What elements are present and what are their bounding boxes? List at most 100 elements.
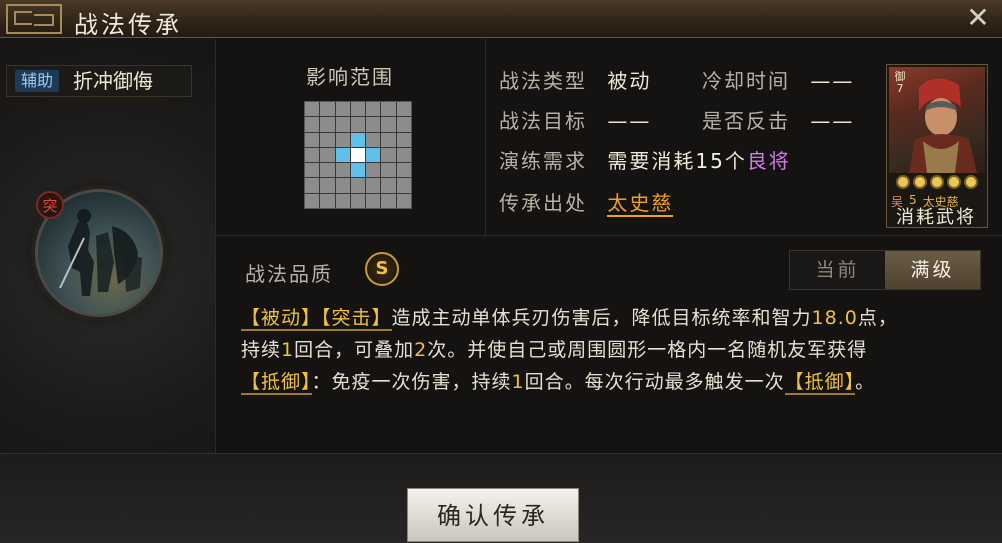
range-cell bbox=[366, 102, 381, 117]
range-cell bbox=[366, 178, 381, 193]
type-value: 被动 bbox=[607, 69, 652, 93]
range-cell bbox=[350, 193, 366, 208]
quality-row: 战法品质 S bbox=[245, 252, 399, 287]
skill-name-tag: 辅助 折冲御侮 bbox=[6, 65, 192, 97]
range-cell bbox=[396, 193, 411, 208]
range-cell bbox=[335, 117, 350, 132]
info-row-requirement: 演练需求 需要消耗15个良将 bbox=[499, 145, 791, 174]
counter-value: —— bbox=[810, 109, 855, 133]
star-icon bbox=[930, 175, 944, 189]
description-line: 【被动】【突击】造成主动单体兵刃伤害后，降低目标统率和智力18.0点， bbox=[241, 302, 981, 334]
numeric-value: 18.0 bbox=[811, 307, 858, 329]
range-cell-active bbox=[335, 147, 350, 163]
general-troop-badge: 御7 bbox=[894, 70, 906, 95]
range-cell bbox=[366, 163, 381, 178]
cooldown-label: 冷却时间 bbox=[702, 69, 790, 93]
keyword-tag: 【被动】 bbox=[241, 307, 322, 331]
range-cell bbox=[381, 117, 396, 132]
range-cell bbox=[335, 193, 350, 208]
range-cell bbox=[320, 178, 335, 193]
general-caption: 消耗武将 bbox=[896, 207, 976, 228]
keyword-tag: 【抵御】 bbox=[241, 371, 312, 395]
req-label: 演练需求 bbox=[499, 149, 587, 173]
range-cell bbox=[366, 132, 381, 147]
description-text: 回合。每次行动最多触发一次 bbox=[524, 371, 785, 393]
skill-type-badge: 辅助 bbox=[15, 70, 60, 92]
divider bbox=[216, 235, 1002, 236]
range-cell bbox=[381, 193, 396, 208]
range-cell-center bbox=[350, 147, 366, 163]
confirm-inherit-button[interactable]: 确认传承 bbox=[407, 488, 579, 542]
range-cell bbox=[366, 193, 381, 208]
skill-description: 【被动】【突击】造成主动单体兵刃伤害后，降低目标统率和智力18.0点， 持续1回… bbox=[241, 302, 981, 398]
range-cell bbox=[320, 193, 335, 208]
range-cell bbox=[305, 193, 320, 208]
general-portrait: 御7 bbox=[889, 67, 985, 173]
range-cell bbox=[335, 178, 350, 193]
info-row-cooldown: 冷却时间 —— bbox=[702, 65, 854, 94]
title-ornament-icon bbox=[6, 4, 62, 34]
description-text: ：免疫一次伤害，持续 bbox=[311, 371, 512, 393]
type-label: 战法类型 bbox=[499, 69, 587, 93]
numeric-value: 1 bbox=[511, 371, 525, 393]
target-value: —— bbox=[607, 109, 652, 133]
level-tab-group: 当前 满级 bbox=[789, 250, 981, 290]
range-cell-active bbox=[366, 147, 381, 163]
range-cell bbox=[335, 163, 350, 178]
range-cell bbox=[305, 132, 320, 147]
range-cell bbox=[396, 117, 411, 132]
assault-tag-icon: 突 bbox=[36, 191, 64, 219]
counter-label: 是否反击 bbox=[702, 109, 790, 133]
star-icon bbox=[947, 175, 961, 189]
range-cell bbox=[305, 178, 320, 193]
skill-panel: 辅助 折冲御侮 突 bbox=[0, 39, 216, 453]
description-text: 点， bbox=[857, 307, 898, 329]
numeric-value: 2 bbox=[414, 339, 428, 361]
general-stars bbox=[891, 175, 983, 189]
description-text: 。 bbox=[855, 371, 876, 393]
dialog-title: 战法传承 bbox=[74, 11, 182, 39]
range-cell bbox=[396, 147, 411, 163]
skill-name: 折冲御侮 bbox=[73, 69, 153, 93]
tab-current[interactable]: 当前 bbox=[790, 251, 885, 289]
range-title: 影响范围 bbox=[306, 65, 394, 89]
description-line: 持续1回合，可叠加2次。并使自己或周围圆形一格内一名随机友军获得 bbox=[241, 334, 981, 366]
range-cell bbox=[396, 102, 411, 117]
keyword-tag: 【抵御】 bbox=[784, 371, 856, 395]
source-general-link[interactable]: 太史慈 bbox=[607, 191, 674, 217]
tab-max-level[interactable]: 满级 bbox=[885, 251, 980, 289]
range-cell-active bbox=[350, 163, 366, 178]
description-text: 回合，可叠加 bbox=[294, 339, 415, 361]
description-line: 【抵御】：免疫一次伤害，持续1回合。每次行动最多触发一次【抵御】。 bbox=[241, 366, 981, 398]
range-cell bbox=[381, 163, 396, 178]
range-cell bbox=[381, 102, 396, 117]
range-cell bbox=[320, 163, 335, 178]
range-cell bbox=[305, 163, 320, 178]
range-cell bbox=[350, 102, 366, 117]
star-icon bbox=[964, 175, 978, 189]
info-row-source: 传承出处 太史慈 bbox=[499, 187, 674, 217]
numeric-value: 1 bbox=[281, 339, 295, 361]
range-cell bbox=[305, 117, 320, 132]
range-grid bbox=[304, 101, 412, 209]
range-cell bbox=[396, 132, 411, 147]
source-label: 传承出处 bbox=[499, 191, 587, 215]
description-text: 次。并使自己或周围圆形一格内一名随机友军获得 bbox=[427, 339, 868, 361]
range-cell-active bbox=[350, 132, 366, 147]
req-prefix: 需要消耗 bbox=[607, 149, 696, 173]
close-icon[interactable]: ✕ bbox=[964, 4, 992, 32]
range-cell bbox=[396, 178, 411, 193]
range-cell bbox=[381, 178, 396, 193]
keyword-tag: 【突击】 bbox=[321, 307, 392, 331]
info-row-counter: 是否反击 —— bbox=[702, 105, 854, 134]
range-cell bbox=[320, 117, 335, 132]
range-cell bbox=[396, 163, 411, 178]
range-cell bbox=[320, 102, 335, 117]
info-row-type: 战法类型 被动 bbox=[499, 65, 651, 94]
quality-grade-badge: S bbox=[365, 252, 399, 286]
cooldown-value: —— bbox=[810, 69, 855, 93]
range-cell bbox=[381, 132, 396, 147]
range-cell bbox=[350, 117, 366, 132]
title-bar: 战法传承 ✕ bbox=[0, 0, 1002, 39]
description-text: 造成主动单体兵刃伤害后，降低目标统率和智力 bbox=[391, 307, 812, 329]
